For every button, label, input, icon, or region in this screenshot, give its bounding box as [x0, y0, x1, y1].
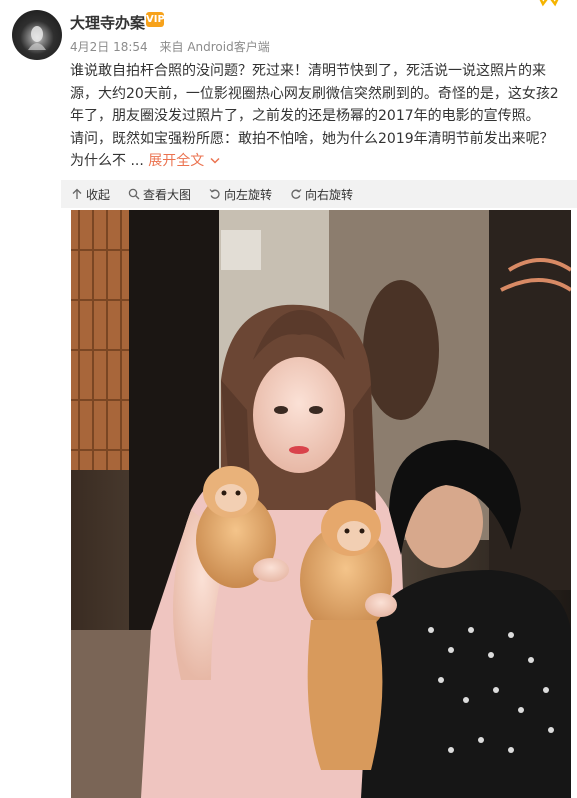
rotate-right-button[interactable]: 向右旋转 [290, 186, 353, 203]
photo-scene [71, 210, 571, 798]
weibo-post: 大理寺办案 VIP 4月2日 18:54 来自 Android客户端 谁说敢自拍… [0, 0, 577, 798]
chevron-down-icon[interactable] [210, 157, 220, 165]
corner-star-icon[interactable] [535, 0, 563, 14]
author-name[interactable]: 大理寺办案 [70, 12, 145, 33]
post-paragraph-2: 请问，既然如宝强粉所愿：敢拍不怕啥，她为什么2019年清明节前发出来呢？为什么不… [70, 128, 565, 173]
vip-badge: VIP [146, 12, 165, 27]
post-source: 来自 Android客户端 [159, 40, 270, 54]
post-paragraph-1: 谁说敢自拍杆合照的没问题？死过来！清明节快到了，死活说一说这照片的来源，大约20… [70, 63, 559, 124]
post-text: 谁说敢自拍杆合照的没问题？死过来！清明节快到了，死活说一说这照片的来源，大约20… [70, 60, 565, 173]
collapse-label: 收起 [86, 187, 111, 202]
expand-label[interactable]: 展开全文 [148, 153, 204, 169]
rotate-left-label: 向左旋转 [224, 187, 273, 202]
rotate-right-icon [291, 189, 302, 199]
post-date[interactable]: 4月2日 18:54 [70, 40, 148, 54]
post-photo[interactable] [71, 210, 571, 798]
rotate-left-button[interactable]: 向左旋转 [209, 186, 272, 203]
author-avatar[interactable] [12, 10, 62, 60]
view-large-button[interactable]: 查看大图 [128, 186, 191, 203]
arrow-up-icon [72, 188, 82, 199]
post-paragraph-2-text: 请问，既然如宝强粉所愿：敢拍不怕啥，她为什么2019年清明节前发出来呢？为什么不… [70, 130, 554, 170]
post-meta: 4月2日 18:54 来自 Android客户端 [70, 38, 278, 55]
image-toolbar: 收起 查看大图 向左旋转 向右旋转 [61, 180, 577, 208]
view-large-label: 查看大图 [143, 187, 192, 202]
collapse-button[interactable]: 收起 [71, 186, 110, 203]
magnifier-icon [128, 188, 140, 200]
rotate-left-icon [209, 189, 220, 199]
rotate-right-label: 向右旋转 [305, 187, 354, 202]
avatar-figure-icon [28, 26, 46, 50]
expand-full-text-link[interactable]: 展开全文 [148, 153, 220, 169]
